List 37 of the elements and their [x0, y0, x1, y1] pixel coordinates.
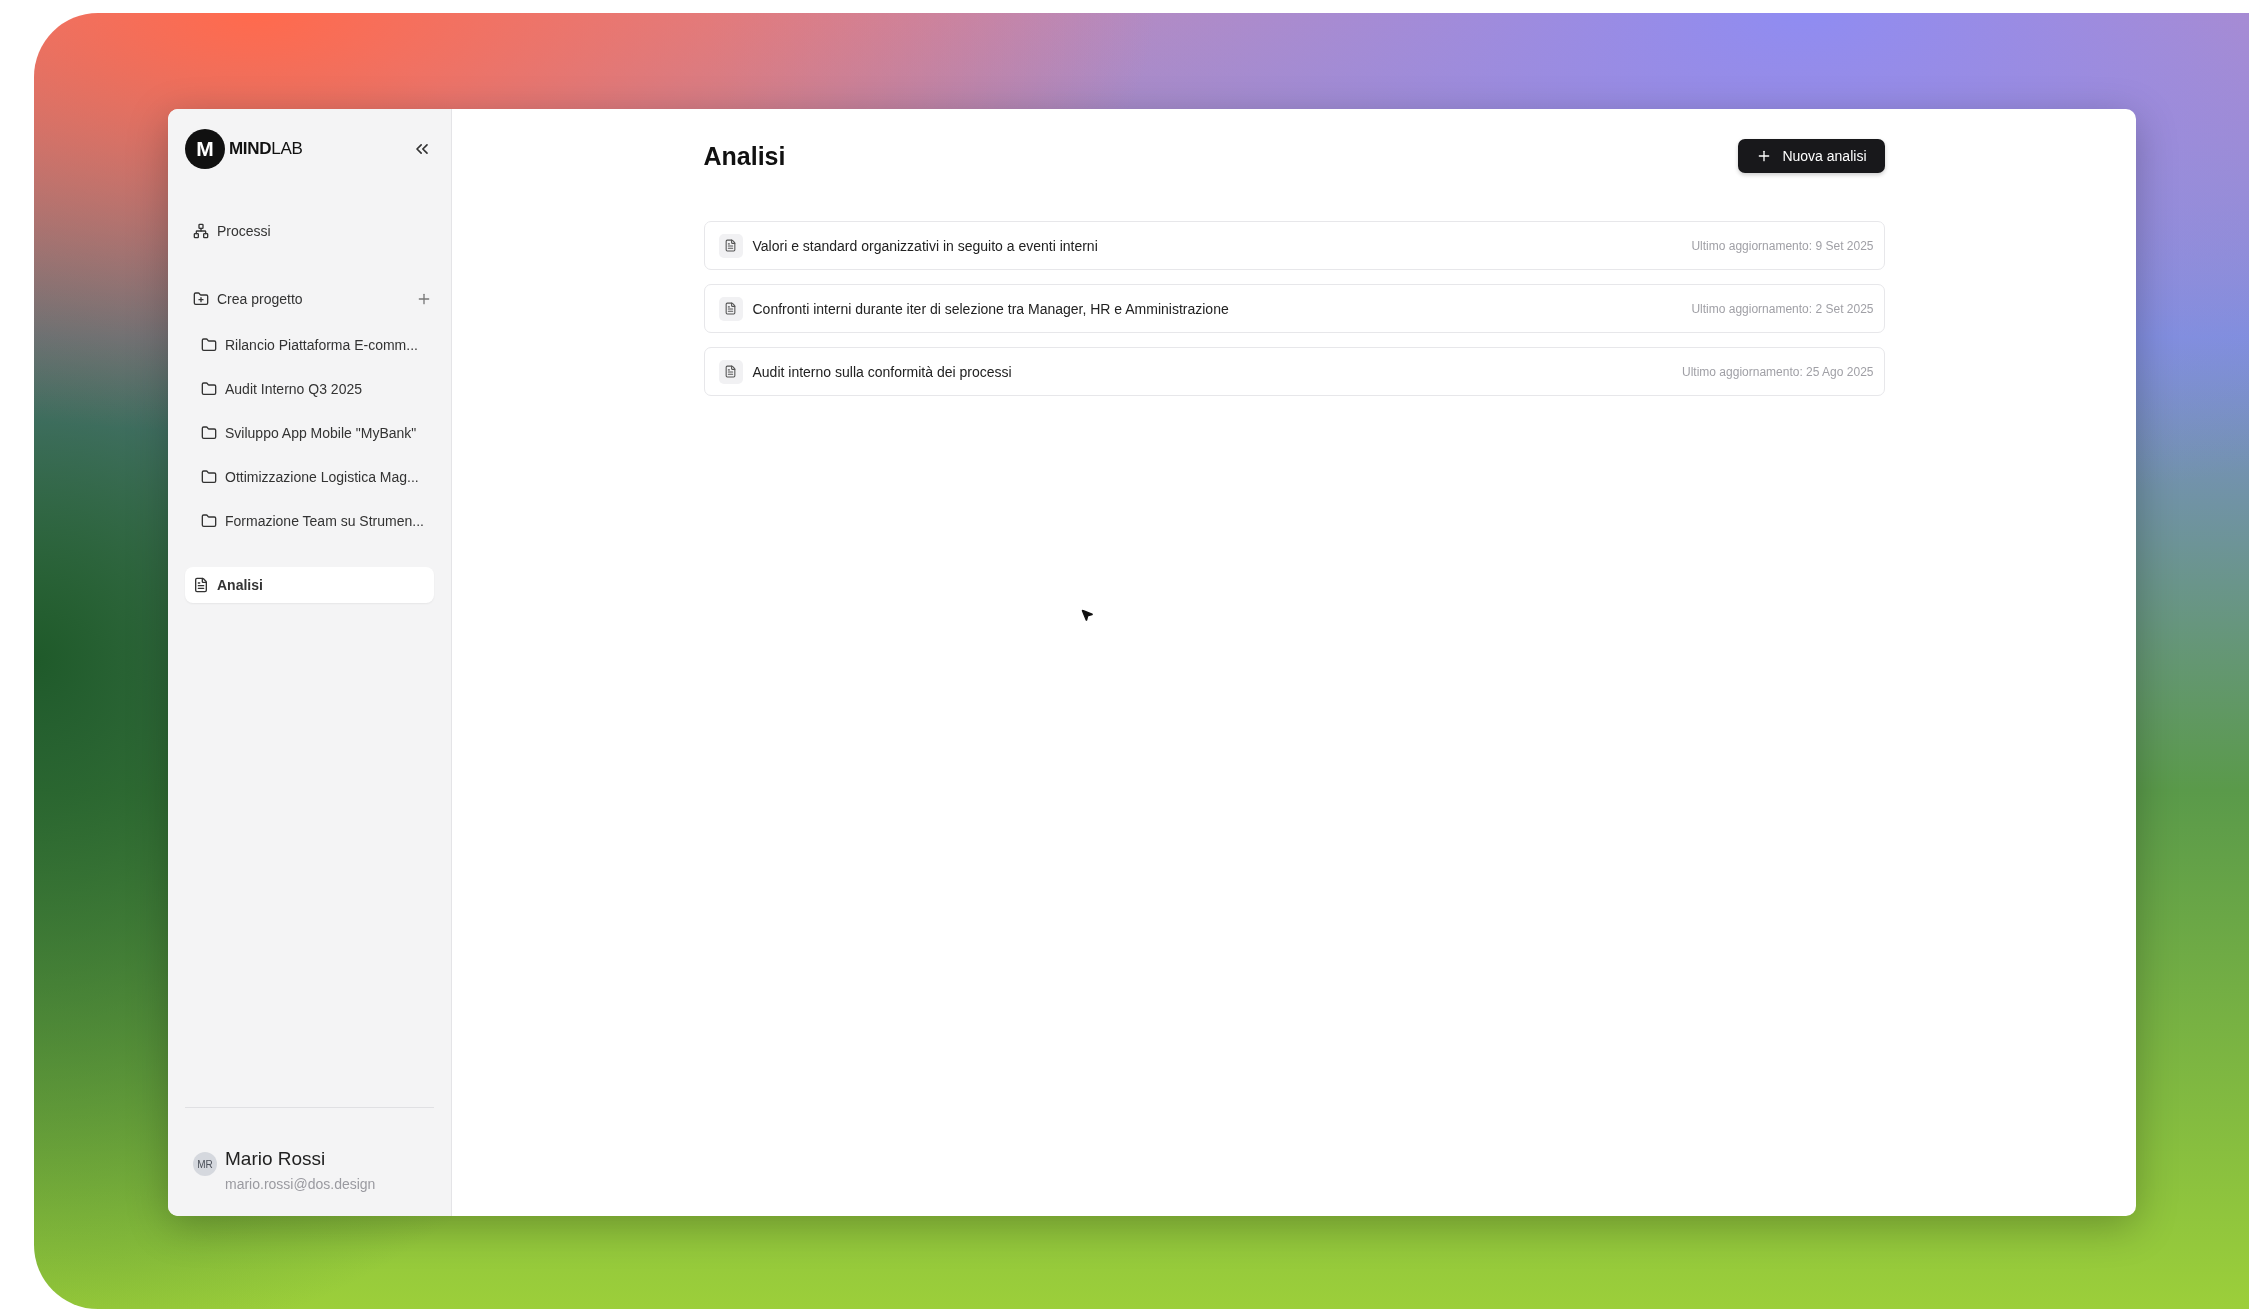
folder-icon [201, 425, 217, 441]
analysis-title: Confronti interni durante iter di selezione tra Manager, HR e Amministrazione [752, 300, 1229, 317]
create-project-item[interactable]: Crea progetto [185, 281, 311, 317]
updated-date: Ultimo aggiornamento: 25 Ago 2025 [1682, 364, 1874, 379]
user-email: mario.rossi@dos.design [225, 1176, 376, 1192]
document-icon [193, 577, 209, 593]
project-item[interactable]: Sviluppo App Mobile "MyBank" [185, 411, 434, 455]
project-item[interactable]: Rilancio Piattaforma E-comm... [185, 323, 434, 367]
analysis-row[interactable]: Confronti interni durante iter di selezione tra Manager, HR e Amministrazione Ultimo aggiornamento: 2 Set 2025 [703, 284, 1885, 333]
folder-icon [201, 469, 217, 485]
analysis-row[interactable]: Valori e standard organizzativi in seguito a eventi interni Ultimo aggiornamento: 9 Set 2025 [703, 221, 1885, 270]
new-analysis-button[interactable]: Nuova analisi [1738, 139, 1885, 173]
folder-icon [201, 337, 217, 353]
updated-date: Ultimo aggiornamento: 9 Set 2025 [1691, 238, 1874, 253]
document-icon [718, 296, 743, 321]
project-item[interactable]: Formazione Team su Strumen... [185, 499, 434, 543]
mouse-pointer-icon [1080, 608, 1094, 622]
project-item[interactable]: Audit Interno Q3 2025 [185, 367, 434, 411]
sidebar-item[interactable]: Analisi [185, 567, 434, 603]
folder-plus-icon [193, 291, 209, 307]
document-icon [718, 359, 743, 384]
updated-date: Ultimo aggiornamento: 2 Set 2025 [1691, 301, 1874, 316]
user-name: Mario Rossi [225, 1148, 327, 1170]
plus-icon [416, 291, 432, 307]
analysis-title: Audit interno sulla conformità dei processi [752, 363, 1012, 380]
project-item[interactable]: Ottimizzazione Logistica Mag... [185, 455, 434, 499]
folder-icon [201, 381, 217, 397]
analysis-title: Valori e standard organizzativi in seguito a eventi interni [752, 237, 1098, 254]
logo-mark: M [185, 129, 225, 169]
document-icon [718, 233, 743, 258]
folder-icon [201, 513, 217, 529]
user-avatar: MR [193, 1152, 217, 1176]
sidebar-item[interactable]: Processi [185, 213, 434, 249]
sitemap-icon [193, 223, 209, 239]
brand-name: MINDLAB [229, 139, 303, 159]
analysis-row[interactable]: Audit interno sulla conformità dei processi Ultimo aggiornamento: 25 Ago 2025 [703, 347, 1885, 396]
page-title: Analisi [703, 141, 786, 171]
